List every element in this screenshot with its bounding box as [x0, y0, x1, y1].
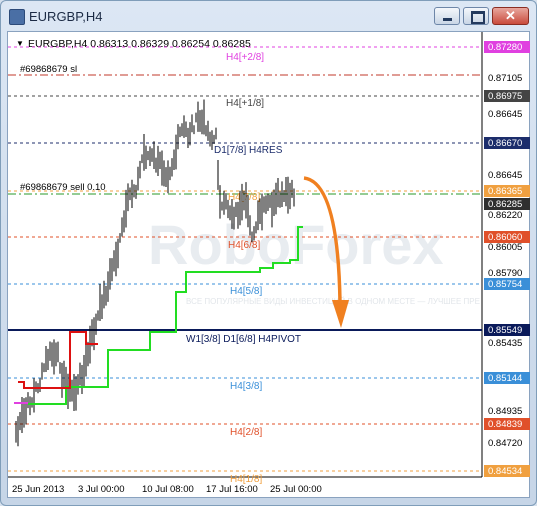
level-label-h4-6-8: H4[6/8]	[228, 240, 260, 251]
price-tick: 0.84935	[488, 406, 522, 417]
order-label-sell: #69868679 sell 0.10	[20, 182, 106, 193]
level-label-h4-plus-1-8: H4[+1/8]	[226, 98, 264, 109]
price-tag-current: 0.86285	[488, 199, 522, 210]
watermark: RoboForex	[148, 213, 444, 276]
title-bar[interactable]: EURGBP,H4 ✕	[1, 1, 536, 31]
time-tick: 10 Jul 08:00	[142, 484, 194, 495]
terminal-window: EURGBP,H4 ✕ ▼ EURGBP,H4 0.86313 0.86329 …	[0, 0, 537, 506]
price-tick: 0.86645	[488, 109, 522, 120]
minimize-icon	[443, 18, 452, 21]
forecast-arrowhead	[332, 300, 349, 328]
close-button[interactable]: ✕	[492, 7, 529, 25]
level-label-pivot: W1[3/8] D1[6/8] H4PIVOT	[186, 334, 301, 345]
time-tick: 3 Jul 00:00	[78, 484, 124, 495]
price-tag: 0.85754	[488, 279, 522, 290]
price-tag: 0.86670	[488, 138, 522, 149]
level-label-h4-3-8: H4[3/8]	[230, 381, 262, 392]
price-tag: 0.84839	[488, 419, 522, 430]
chart-area[interactable]: ▼ EURGBP,H4 0.86313 0.86329 0.86254 0.86…	[7, 31, 530, 498]
time-tick: 25 Jun 2013	[12, 484, 64, 495]
price-tag: 0.87280	[488, 42, 522, 53]
price-tick: 0.86645	[488, 170, 522, 181]
price-tag: 0.85549	[488, 325, 522, 336]
price-tick: 0.87105	[488, 73, 522, 84]
price-tick: 0.85790	[488, 268, 522, 279]
price-tag: 0.85144	[488, 373, 522, 384]
time-tick: 25 Jul 00:00	[270, 484, 322, 495]
order-label-sl: #69868679 sl	[20, 64, 77, 75]
price-tag: 0.86365	[488, 186, 522, 197]
level-label-h4-plus-2-8: H4[+2/8]	[226, 52, 264, 63]
maximize-icon	[471, 11, 485, 24]
minimize-button[interactable]	[434, 7, 460, 25]
price-tag: 0.86975	[488, 91, 522, 102]
maximize-button[interactable]	[463, 7, 489, 25]
price-tags: 0.87280 0.87105 0.86975 0.86670 0.86645 …	[484, 41, 530, 477]
window-title: EURGBP,H4	[29, 9, 103, 24]
level-label-h4-5-8: H4[5/8]	[230, 286, 262, 297]
symbol-header: EURGBP,H4 0.86313 0.86329 0.86254 0.8628…	[28, 38, 251, 50]
level-label-h4-2-8: H4[2/8]	[230, 427, 262, 438]
price-tag: 0.84534	[488, 466, 522, 477]
price-tick: 0.85435	[488, 338, 522, 349]
time-axis: 25 Jun 2013 3 Jul 00:00 10 Jul 08:00 17 …	[12, 484, 322, 495]
time-tick: 17 Jul 16:00	[206, 484, 258, 495]
price-tick: 0.84720	[488, 438, 522, 449]
price-tick: 0.86005	[488, 242, 522, 253]
level-label-d1-7-8: D1[7/8] H4RES	[214, 145, 283, 156]
chart-window-icon	[9, 9, 25, 25]
close-icon: ✕	[505, 8, 516, 23]
price-chart[interactable]: ▼ EURGBP,H4 0.86313 0.86329 0.86254 0.86…	[8, 32, 531, 499]
price-tick: 0.86220	[488, 210, 522, 221]
